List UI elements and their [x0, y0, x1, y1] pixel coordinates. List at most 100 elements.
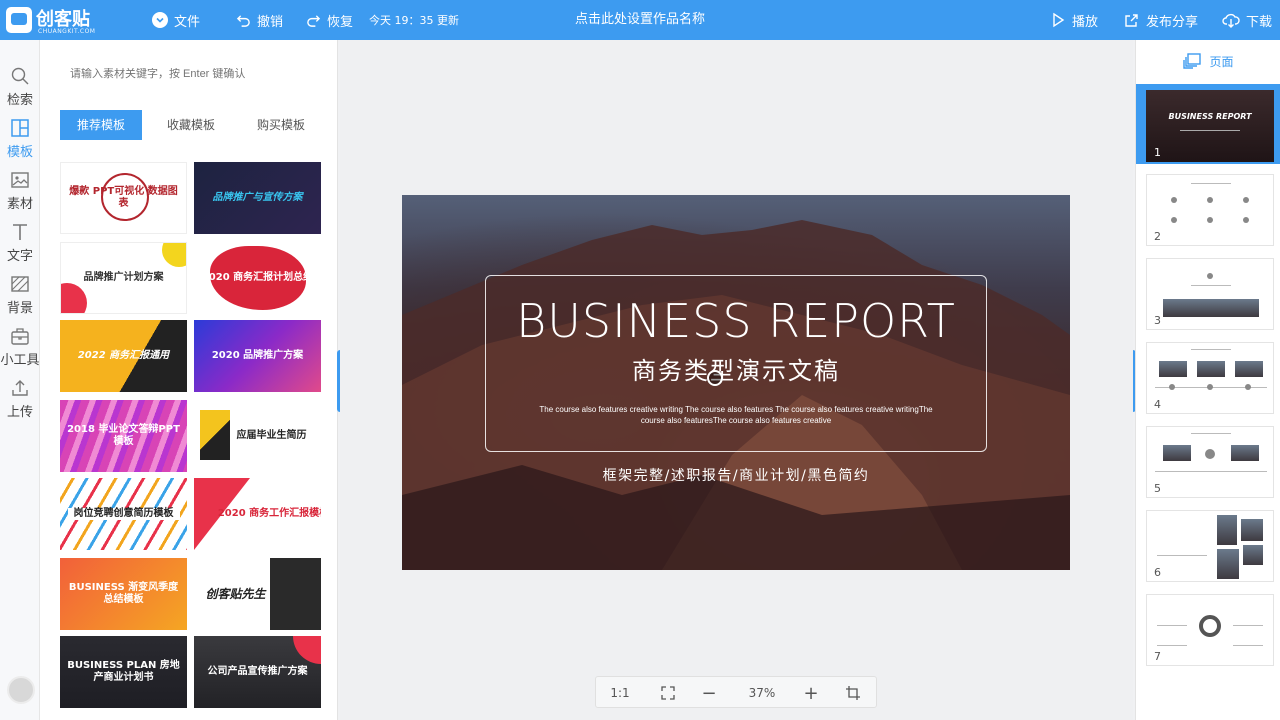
nav-item-tools[interactable]: 小工具: [0, 326, 40, 376]
actual-size-button[interactable]: 1:1: [602, 677, 638, 709]
tab-purchased[interactable]: 购买模板: [240, 110, 322, 140]
slide-canvas[interactable]: BUSINESS REPORT 商务类型演示文稿 The course also…: [402, 195, 1070, 570]
template-title: 品牌推广计划方案: [83, 271, 164, 283]
nav-item-upload[interactable]: 上传: [0, 378, 40, 428]
page-number: 4: [1154, 398, 1161, 411]
template-title: 2022 商务汇报通用: [77, 349, 170, 361]
page-thumbnail-2[interactable]: 2: [1136, 168, 1280, 248]
template-card[interactable]: 应届毕业生简历: [194, 400, 321, 472]
share-label: 发布分享: [1146, 14, 1199, 30]
upload-icon: [12, 380, 28, 396]
page-preview: [1146, 426, 1274, 498]
nav-item-text[interactable]: 文字: [0, 222, 40, 272]
download-label: 下载: [1246, 14, 1273, 30]
logo-subtext: CHUANGKIT.COM: [38, 28, 96, 35]
download-button[interactable]: 下载: [1222, 0, 1272, 40]
nav-label: 小工具: [0, 353, 40, 368]
user-avatar[interactable]: [7, 676, 35, 704]
redo-icon: [307, 14, 321, 27]
undo-label: 撤销: [257, 14, 284, 30]
template-title: 应届毕业生简历: [236, 429, 307, 441]
template-card[interactable]: 品牌推广与宣传方案: [194, 162, 321, 234]
top-toolbar: 创客贴 CHUANGKIT.COM 文件 撤销 恢复 今天 19：35 更新 点…: [0, 0, 1280, 40]
template-card[interactable]: BUSINESS 渐变风季度总结模板: [60, 558, 187, 630]
zoom-out-button[interactable]: −: [692, 677, 726, 709]
page-preview: [1146, 510, 1274, 582]
fullscreen-icon: [661, 686, 675, 700]
slide-subtitle[interactable]: 商务类型演示文稿: [402, 353, 1070, 389]
page-thumbnail-3[interactable]: 3: [1136, 252, 1280, 332]
template-card[interactable]: 岗位竞聘创意简历模板: [60, 478, 187, 550]
share-button[interactable]: 发布分享: [1124, 0, 1198, 40]
canvas-area: BUSINESS REPORT 商务类型演示文稿 The course also…: [340, 40, 1133, 720]
tab-recommended[interactable]: 推荐模板: [60, 110, 142, 140]
logo-text: 创客贴: [36, 9, 90, 30]
fit-screen-button[interactable]: [836, 677, 870, 709]
template-title: 爆款 PPT可视化 数据图表: [69, 185, 178, 210]
slide-description[interactable]: The course also features creative writin…: [530, 404, 942, 426]
template-card[interactable]: 2020 商务工作汇报模板: [194, 478, 321, 550]
chevron-down-icon: [152, 12, 168, 28]
cloud-download-icon: [1222, 13, 1240, 28]
move-cursor-icon: [707, 370, 723, 386]
toolbox-icon: [11, 328, 29, 345]
nav-label: 素材: [6, 197, 33, 212]
nav-label: 背景: [6, 301, 33, 316]
undo-button[interactable]: 撤销: [236, 0, 283, 40]
template-tabs: 推荐模板 收藏模板 购买模板: [60, 110, 330, 140]
page-thumbnail-6[interactable]: 6: [1136, 504, 1280, 584]
redo-button[interactable]: 恢复: [306, 0, 353, 40]
page-number: 6: [1154, 566, 1161, 579]
crop-fit-icon: [846, 686, 860, 700]
template-card[interactable]: BUSINESS PLAN 房地产商业计划书: [60, 636, 187, 708]
slide-title[interactable]: BUSINESS REPORT: [402, 293, 1070, 349]
page-thumbnail-4[interactable]: 4: [1136, 336, 1280, 416]
template-card[interactable]: 品牌推广计划方案: [60, 242, 187, 314]
play-button[interactable]: 播放: [1050, 0, 1098, 40]
tab-favorites[interactable]: 收藏模板: [150, 110, 232, 140]
template-card[interactable]: 公司产品宣传推广方案: [194, 636, 321, 708]
nav-label: 文字: [6, 249, 33, 264]
template-title: 创客贴先生: [205, 586, 266, 601]
nav-label: 检索: [6, 93, 33, 108]
page-preview: [1146, 174, 1274, 246]
page-preview: BUSINESS REPORT: [1146, 90, 1274, 162]
nav-item-material[interactable]: 素材: [0, 170, 40, 220]
page-thumbnail-5[interactable]: 5: [1136, 420, 1280, 500]
document-title[interactable]: 点击此处设置作品名称: [575, 12, 705, 27]
page-thumbnail-1[interactable]: BUSINESS REPORT 1: [1136, 84, 1280, 164]
template-card[interactable]: 2020 商务汇报计划总结: [194, 242, 321, 314]
fullscreen-button[interactable]: [650, 677, 686, 709]
search-input[interactable]: [70, 68, 310, 80]
template-title: BUSINESS 渐变风季度总结模板: [68, 581, 179, 606]
image-icon: [11, 172, 29, 188]
background-icon: [11, 276, 29, 292]
page-thumbnail-7[interactable]: 7: [1136, 588, 1280, 668]
zoom-level: 37%: [748, 686, 776, 700]
slide-tags[interactable]: 框架完整/述职报告/商业计划/黑色简约: [402, 465, 1070, 485]
pages-header-label: 页面: [1209, 54, 1234, 69]
template-title: 2018 毕业论文答辩PPT模板: [67, 423, 180, 448]
nav-item-template[interactable]: 模板: [0, 118, 40, 168]
left-nav: 检索 模板 素材 文字 背景 小工具 上传: [0, 40, 40, 720]
app-logo[interactable]: 创客贴 CHUANGKIT.COM: [6, 4, 98, 36]
template-icon: [11, 119, 29, 137]
template-card[interactable]: 2018 毕业论文答辩PPT模板: [60, 400, 187, 472]
template-card[interactable]: 2020 品牌推广方案: [194, 320, 321, 392]
template-title: 2020 商务工作汇报模板: [217, 507, 321, 519]
zoom-in-button[interactable]: +: [794, 677, 828, 709]
file-menu-label: 文件: [174, 14, 201, 30]
template-card[interactable]: 爆款 PPT可视化 数据图表: [60, 162, 187, 234]
page-preview: [1146, 258, 1274, 330]
last-updated-text: 今天 19：35 更新: [369, 14, 459, 27]
template-title: 2020 商务汇报计划总结: [201, 271, 314, 283]
template-card[interactable]: 2022 商务汇报通用: [60, 320, 187, 392]
template-card[interactable]: 创客贴先生: [194, 558, 321, 630]
page-number: 3: [1154, 314, 1161, 327]
play-icon: [1053, 12, 1065, 28]
text-icon: [13, 224, 27, 240]
nav-item-search[interactable]: 检索: [0, 66, 40, 116]
play-label: 播放: [1072, 14, 1099, 30]
nav-item-background[interactable]: 背景: [0, 274, 40, 324]
file-menu-button[interactable]: 文件: [152, 0, 200, 40]
